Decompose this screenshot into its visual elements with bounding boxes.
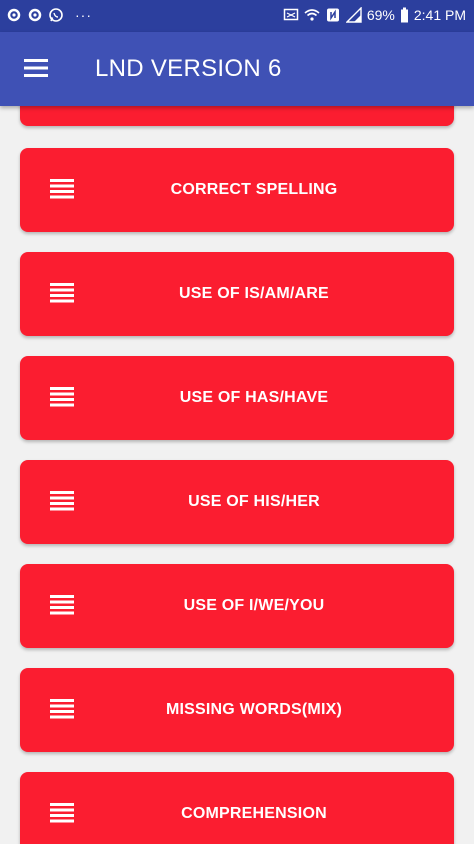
cast-icon xyxy=(283,7,299,23)
list-item-label: USE OF I/WE/YOU xyxy=(183,597,325,614)
clock: 2:41 PM xyxy=(413,7,466,23)
list-item-label: COMPREHENSION xyxy=(181,805,327,822)
more-notifications-indicator: ··· xyxy=(75,7,92,23)
list-lines-icon xyxy=(50,178,74,200)
app-title: LND VERSION 6 xyxy=(95,55,282,82)
list-item-comprehension[interactable]: COMPREHENSION xyxy=(20,772,454,844)
list-item-label: USE OF HAS/HAVE xyxy=(179,389,329,406)
whatsapp-icon xyxy=(48,7,64,23)
menu-button[interactable] xyxy=(22,54,50,82)
nfc-icon xyxy=(325,7,341,23)
list-item-missing-words-mix[interactable]: MISSING WORDS(MIX) xyxy=(20,668,454,752)
settings-icon xyxy=(6,7,22,23)
lesson-list[interactable]: CORRECT SPELLING USE OF IS/AM/ARE USE OF… xyxy=(0,106,474,844)
list-item-correct-spelling[interactable]: CORRECT SPELLING xyxy=(20,148,454,232)
list-item-partial[interactable] xyxy=(20,106,454,126)
list-lines-icon xyxy=(50,386,74,408)
list-item-label: USE OF IS/AM/ARE xyxy=(179,285,329,302)
app-bar: LND VERSION 6 xyxy=(0,32,474,106)
battery-percent: 69% xyxy=(366,7,395,23)
signal-icon xyxy=(345,7,362,23)
list-lines-icon xyxy=(50,282,74,304)
battery-icon xyxy=(400,7,409,23)
status-bar-notifications: ··· xyxy=(6,7,92,23)
list-item-use-of-his-her[interactable]: USE OF HIS/HER xyxy=(20,460,454,544)
status-bar: ··· 69% 2:41 PM xyxy=(0,0,474,32)
list-item-use-of-i-we-you[interactable]: USE OF I/WE/YOU xyxy=(20,564,454,648)
list-lines-icon xyxy=(50,594,74,616)
list-lines-icon xyxy=(50,490,74,512)
settings-icon xyxy=(27,7,43,23)
list-lines-icon xyxy=(50,802,74,824)
list-item-label: MISSING WORDS(MIX) xyxy=(165,701,343,718)
wifi-icon xyxy=(304,7,320,23)
list-item-label: USE OF HIS/HER xyxy=(188,493,320,510)
hamburger-icon xyxy=(22,54,50,82)
list-item-label: CORRECT SPELLING xyxy=(170,181,338,198)
list-item-use-of-has-have[interactable]: USE OF HAS/HAVE xyxy=(20,356,454,440)
status-bar-system: 69% 2:41 PM xyxy=(283,7,466,23)
list-item-use-of-is-am-are[interactable]: USE OF IS/AM/ARE xyxy=(20,252,454,336)
list-lines-icon xyxy=(50,698,74,720)
